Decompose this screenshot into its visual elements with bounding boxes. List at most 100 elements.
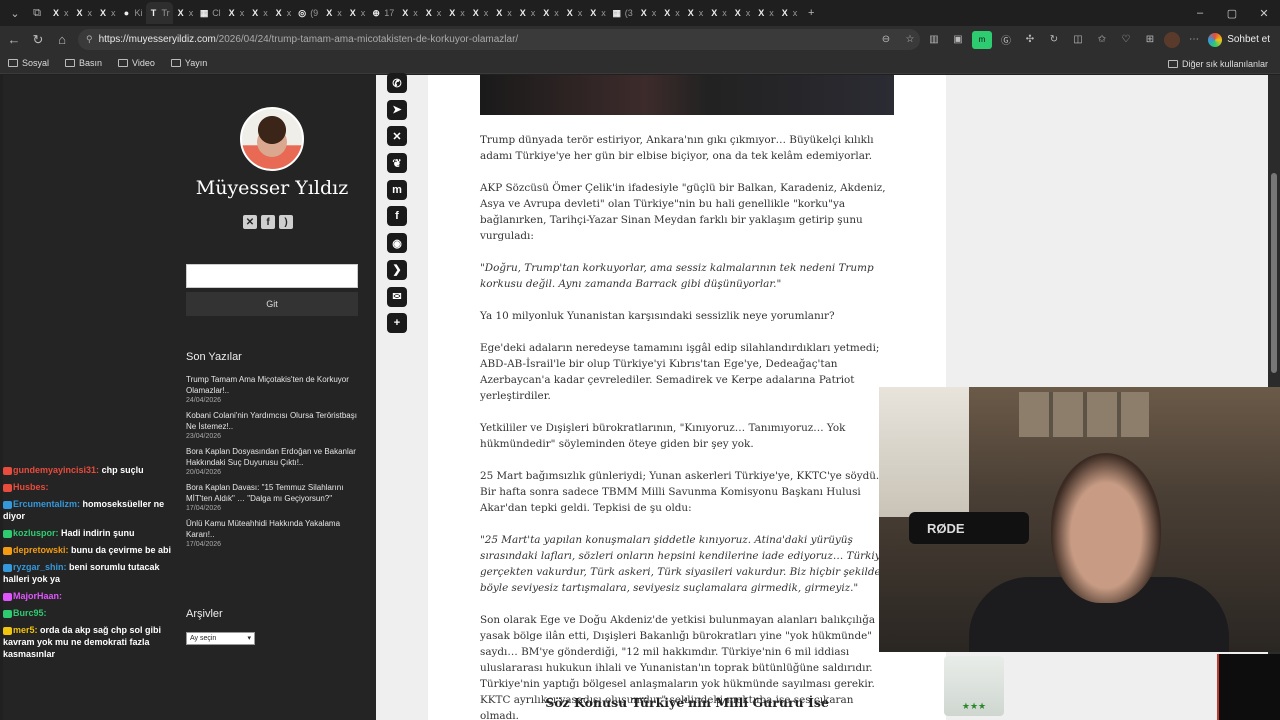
archive-select[interactable]: Ay seçin ▾ <box>186 632 255 645</box>
browser-tab[interactable]: Xx <box>48 2 72 24</box>
browser-tab[interactable]: T Tr <box>145 2 173 24</box>
browser-tab[interactable]: Xx <box>683 2 707 24</box>
tab-favicon-icon: X <box>228 8 235 18</box>
recent-post-link[interactable]: Trump Tamam Ama Miçotakis'ten de Korkuyo… <box>186 374 358 396</box>
bookmark-folder[interactable]: Video <box>118 58 155 68</box>
extension-icon[interactable]: m <box>972 30 992 49</box>
browser-tab[interactable]: Xx <box>515 2 539 24</box>
browser-tab[interactable]: Xx <box>247 2 271 24</box>
site-title[interactable]: Müyesser Yıldız <box>186 177 358 199</box>
tab-actions-icon[interactable]: ⌄ <box>4 3 26 23</box>
email-icon[interactable]: ✉ <box>387 286 407 307</box>
profile-avatar[interactable] <box>1164 31 1180 48</box>
whatsapp-icon[interactable]: ✆ <box>387 73 407 93</box>
back-button[interactable]: ← <box>2 32 26 47</box>
browser-tab[interactable]: Xx <box>444 2 468 24</box>
other-favorites[interactable]: Diğer sık kullanılanlar <box>1167 53 1268 74</box>
recent-post-link[interactable]: Bora Kaplan Dosyasından Erdoğan ve Bakan… <box>186 446 358 468</box>
browser-tab[interactable]: Xx <box>730 2 754 24</box>
browser-tab[interactable]: Xx <box>562 2 586 24</box>
extension-icon[interactable]: ✣ <box>1020 31 1040 49</box>
browser-tab[interactable]: Xx <box>753 2 777 24</box>
extension-icon[interactable]: ▣ <box>948 31 968 49</box>
tab-title: x <box>769 8 774 18</box>
chat-username: Ercumentalizm: <box>13 499 81 509</box>
browser-tab[interactable]: Xx <box>491 2 515 24</box>
translate-icon[interactable]: Ⓖ <box>996 31 1016 49</box>
bookmark-folder[interactable]: Basın <box>65 58 102 68</box>
x-icon[interactable]: ✕ <box>243 215 257 229</box>
browser-tab[interactable]: Xx <box>95 2 119 24</box>
collections-icon[interactable]: ⊞ <box>1140 31 1160 49</box>
browser-tab[interactable]: Xx <box>538 2 562 24</box>
browser-tab[interactable]: Xx <box>397 2 421 24</box>
browser-tab[interactable]: ▦ Cl <box>196 2 224 24</box>
close-window-button[interactable]: ✕ <box>1248 7 1280 20</box>
bookmark-folder[interactable]: Yayın <box>170 58 207 68</box>
tab-title: (3 <box>624 8 633 18</box>
minimize-button[interactable]: – <box>1184 7 1216 19</box>
browser-tab[interactable]: Xx <box>777 2 801 24</box>
workspaces-icon[interactable]: ⧉ <box>26 3 48 23</box>
tab-title: x <box>601 8 606 18</box>
split-screen-icon[interactable]: ◫ <box>1068 31 1088 49</box>
bookmark-folder[interactable]: Sosyal <box>8 58 49 68</box>
browser-tab[interactable]: Xx <box>636 2 660 24</box>
refresh-button[interactable]: ↻ <box>26 32 50 48</box>
browser-tab[interactable]: Xx <box>468 2 492 24</box>
scrollbar-thumb[interactable] <box>1271 173 1277 373</box>
browser-tab[interactable]: Xx <box>224 2 248 24</box>
browser-tab[interactable]: Xx <box>585 2 609 24</box>
reader-icon[interactable]: ⊖ <box>876 31 896 49</box>
facebook-icon[interactable]: f <box>261 215 275 229</box>
browser-tab[interactable]: Xx <box>706 2 730 24</box>
pocket-icon[interactable]: ❯ <box>387 259 407 280</box>
chat-message: kozluspor: Hadi indirin şunu <box>3 527 175 539</box>
home-button[interactable]: ⌂ <box>50 32 74 47</box>
favorites-icon[interactable]: ✩ <box>1092 31 1112 49</box>
extension-icon[interactable]: ▥ <box>924 31 944 49</box>
bluesky-icon[interactable]: ❦ <box>387 153 407 174</box>
tab-title: x <box>698 8 704 18</box>
recent-post-link[interactable]: Kobani Colani'nin Yardımcısı Olursa Terö… <box>186 410 358 432</box>
facebook-icon[interactable]: f <box>387 206 407 227</box>
browser-tab[interactable]: ◎ (9 <box>294 2 321 24</box>
browser-tab[interactable]: Xx <box>659 2 683 24</box>
search-input[interactable] <box>186 264 358 288</box>
search-button[interactable]: Git <box>186 292 358 316</box>
browser-tab[interactable]: Xx <box>421 2 445 24</box>
site-info-icon[interactable]: ⚲ <box>86 34 93 45</box>
telegram-icon[interactable]: ➤ <box>387 99 407 120</box>
extension-icon[interactable]: ↻ <box>1044 31 1064 49</box>
recent-post-item: Bora Kaplan Dosyasından Erdoğan ve Bakan… <box>186 446 358 476</box>
folder-icon <box>170 59 181 67</box>
new-tab-button[interactable]: + <box>800 3 822 23</box>
browser-tab[interactable]: Xx <box>345 2 369 24</box>
browser-tab[interactable]: Xx <box>271 2 295 24</box>
tab-title: x <box>286 8 292 18</box>
add-icon[interactable]: + <box>387 313 407 334</box>
rss-icon[interactable]: ) <box>279 215 293 229</box>
browser-tab[interactable]: ▦ (3 <box>609 2 636 24</box>
browser-tab[interactable]: Xx <box>321 2 345 24</box>
x-icon[interactable]: ✕ <box>387 126 407 147</box>
browser-tab[interactable]: ● Ki <box>119 2 146 24</box>
browser-essentials-icon[interactable]: ♡ <box>1116 31 1136 49</box>
more-menu-icon[interactable]: ⋯ <box>1184 31 1204 49</box>
favorite-star-icon[interactable]: ☆ <box>900 31 920 49</box>
copilot-chat-button[interactable]: Sohbet et <box>1208 29 1270 50</box>
reddit-icon[interactable]: ◉ <box>387 233 407 254</box>
tab-favicon-icon: ⊕ <box>372 7 380 18</box>
browser-tab[interactable]: Xx <box>72 2 96 24</box>
browser-tab[interactable]: Xx <box>173 2 197 24</box>
recent-post-link[interactable]: Bora Kaplan Davası: "15 Temmuz Silahları… <box>186 482 358 504</box>
mastodon-icon[interactable]: m <box>387 179 407 200</box>
maximize-button[interactable]: ▢ <box>1216 7 1248 20</box>
tab-favicon-icon: X <box>177 8 184 18</box>
recent-post-link[interactable]: Ünlü Kamu Müteahhidi Hakkında Yakalama K… <box>186 518 358 540</box>
address-actions: ⊖ ☆ ▥ ▣ m Ⓖ ✣ ↻ ◫ ✩ ♡ ⊞ ⋯ <box>876 29 1204 50</box>
address-bar[interactable]: ⚲ https://muyesseryildiz.com /2026/04/24… <box>78 29 920 50</box>
chat-message: depretowski: bunu da çevirme be abi <box>3 544 175 556</box>
tab-title: 17 <box>384 8 395 18</box>
browser-tab[interactable]: ⊕ 17 <box>368 2 397 24</box>
